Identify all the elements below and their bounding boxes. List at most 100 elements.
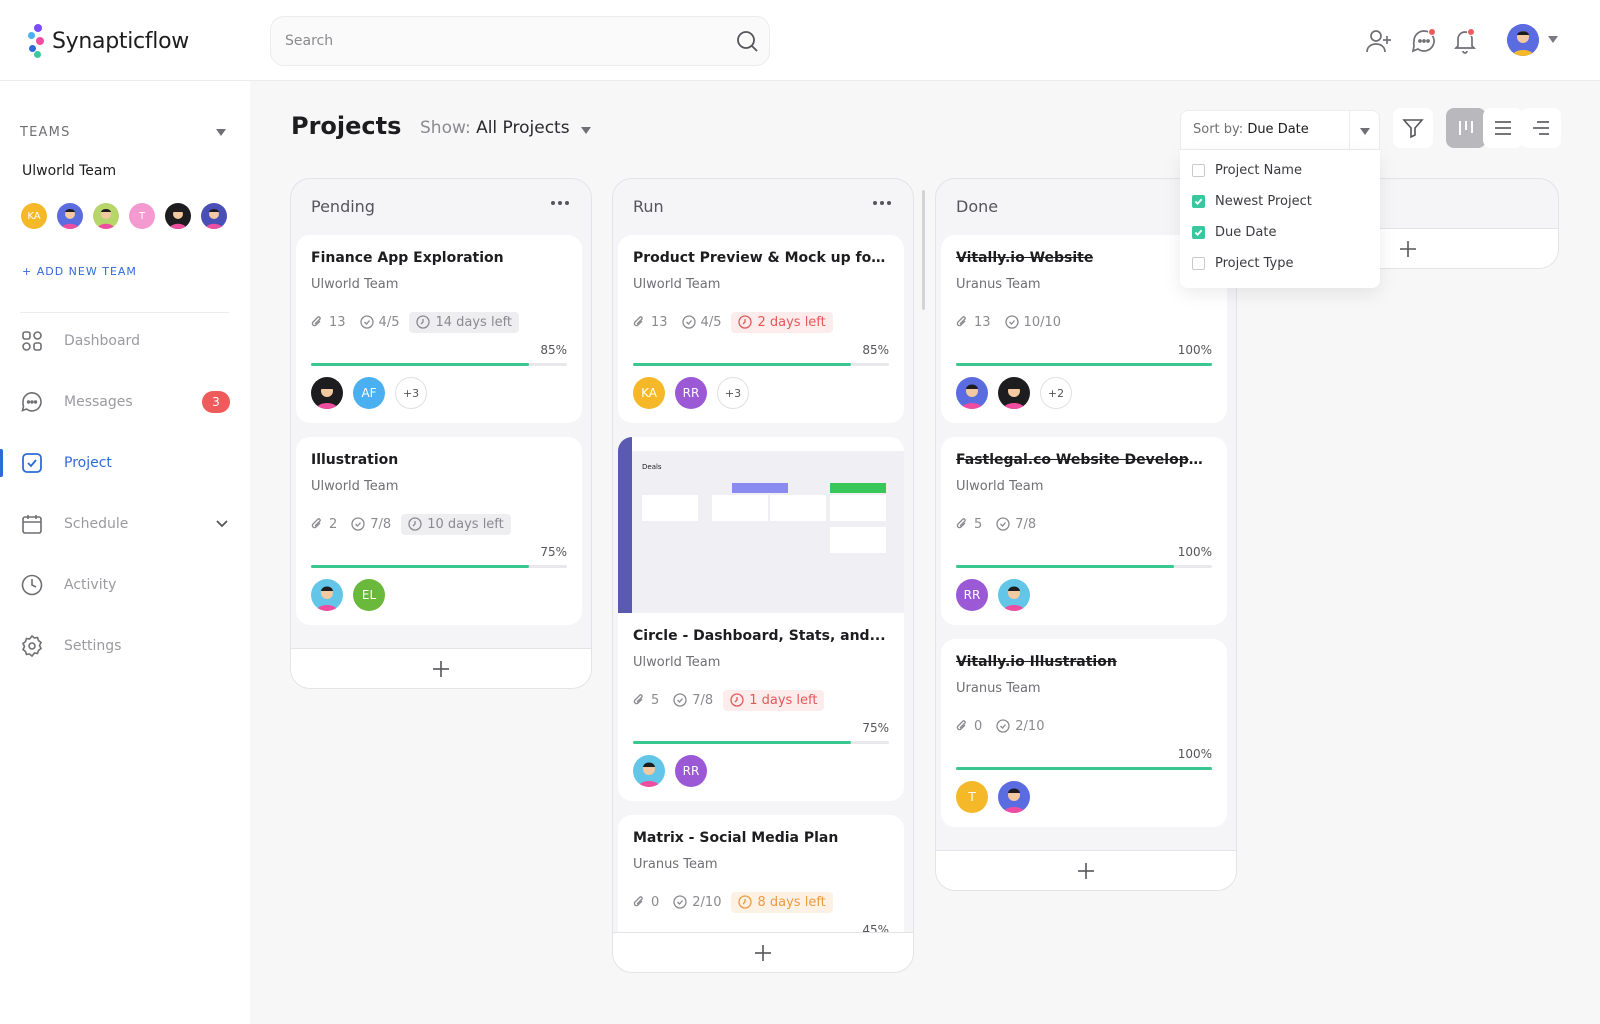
- project-card[interactable]: Product Preview & Mock up for... Ulworld …: [618, 235, 904, 423]
- timeline-view-button[interactable]: [1521, 108, 1561, 148]
- sort-chevron-icon[interactable]: [1360, 128, 1370, 135]
- add-new-team-link[interactable]: + ADD NEW TEAM: [22, 265, 137, 278]
- team-member-avatar[interactable]: [93, 203, 119, 229]
- filter-button[interactable]: [1393, 108, 1433, 148]
- attachments-value: 5: [651, 692, 660, 708]
- sort-option-project-name[interactable]: Project Name: [1192, 163, 1302, 178]
- user-avatar[interactable]: [1507, 24, 1539, 56]
- card-meta: 13 4/5 14 days left: [306, 309, 520, 335]
- user-menu-chevron-icon[interactable]: [1548, 36, 1558, 43]
- more-members-count: +2: [1047, 386, 1065, 400]
- member-avatar[interactable]: [311, 377, 343, 409]
- project-card[interactable]: Matrix - Social Media Plan Uranus Team 0 2/…: [618, 815, 904, 946]
- sidebar-item-activity[interactable]: Activity: [0, 565, 250, 605]
- sort-value: Due Date: [1247, 122, 1309, 137]
- column-scrollbar[interactable]: [922, 190, 925, 310]
- member-avatar[interactable]: [998, 781, 1030, 813]
- checkbox-checked[interactable]: [1192, 195, 1205, 208]
- progress-bar-fill: [956, 767, 1212, 770]
- more-members-badge[interactable]: +2: [1040, 377, 1072, 409]
- more-members-badge[interactable]: +3: [717, 377, 749, 409]
- tasks-count: 7/8: [347, 517, 395, 532]
- avatar-initials: RR: [682, 386, 700, 400]
- progress-bar: [311, 363, 567, 366]
- sort-option-newest-project[interactable]: Newest Project: [1192, 194, 1312, 209]
- card-team: Ulworld Team: [311, 277, 399, 292]
- progress-bar: [311, 565, 567, 568]
- check-circle-icon: [673, 693, 687, 707]
- team-member-avatar[interactable]: KA: [21, 203, 47, 229]
- show-chevron-icon[interactable]: [581, 127, 591, 134]
- member-avatar[interactable]: [311, 579, 343, 611]
- team-name[interactable]: Ulworld Team: [22, 163, 116, 179]
- card-avatars: AF +3: [311, 377, 427, 409]
- member-avatar[interactable]: RR: [675, 377, 707, 409]
- team-member-avatar[interactable]: [57, 203, 83, 229]
- member-avatar[interactable]: [633, 755, 665, 787]
- member-avatar[interactable]: RR: [675, 755, 707, 787]
- checkbox-checked[interactable]: [1192, 226, 1205, 239]
- more-dots-icon[interactable]: [873, 199, 891, 207]
- project-card[interactable]: Illustration Ulworld Team 2 7/8 10 days left…: [296, 437, 582, 625]
- chat-notification-icon[interactable]: [1410, 27, 1438, 55]
- paperclip-icon: [311, 316, 321, 327]
- attachments-count: 0: [951, 719, 986, 734]
- checkbox[interactable]: [1192, 257, 1205, 270]
- project-card[interactable]: Deals Circle - Dashboard, Stats, and... Ul…: [618, 437, 904, 801]
- board-view-button[interactable]: [1446, 108, 1486, 148]
- project-card[interactable]: Vitally.io Illustration Uranus Team 0 2/10 1…: [941, 639, 1227, 827]
- sidebar-item-project[interactable]: Project: [0, 443, 250, 483]
- add-user-icon[interactable]: [1365, 27, 1393, 55]
- page-title: Projects: [291, 112, 402, 140]
- clock-icon: [730, 693, 744, 707]
- team-member-avatar[interactable]: [165, 203, 191, 229]
- add-card-button[interactable]: [936, 850, 1236, 890]
- more-members-badge[interactable]: +3: [395, 377, 427, 409]
- card-title: Product Preview & Mock up for...: [633, 250, 889, 266]
- team-member-avatar[interactable]: T: [129, 203, 155, 229]
- show-filter-dropdown[interactable]: Show: All Projects: [420, 118, 570, 138]
- progress-bar-fill: [311, 565, 529, 568]
- card-thumbnail: Deals: [618, 437, 904, 613]
- tasks-count: 4/5: [678, 315, 726, 330]
- member-avatar[interactable]: EL: [353, 579, 385, 611]
- tasks-value: 2/10: [692, 894, 722, 910]
- chevron-down-icon[interactable]: [216, 520, 228, 528]
- member-avatar[interactable]: [998, 377, 1030, 409]
- check-circle-icon: [351, 517, 365, 531]
- avatar-initials: EL: [361, 588, 377, 602]
- member-avatar[interactable]: AF: [353, 377, 385, 409]
- search-icon[interactable]: [735, 29, 759, 53]
- attachments-count: 13: [306, 315, 350, 330]
- sort-option-due-date[interactable]: Due Date: [1192, 225, 1276, 240]
- column-run: Run Product Preview & Mock up for... Ulwo…: [612, 178, 914, 973]
- paperclip-icon: [633, 896, 643, 907]
- sort-dropdown[interactable]: Sort by: Due Date: [1180, 110, 1380, 151]
- tasks-count: 2/10: [669, 895, 725, 910]
- member-avatar[interactable]: RR: [956, 579, 988, 611]
- avatar-initials: T: [968, 790, 976, 804]
- sidebar-item-schedule[interactable]: Schedule: [0, 504, 250, 544]
- search-input[interactable]: [285, 17, 705, 65]
- member-avatar[interactable]: KA: [633, 377, 665, 409]
- sidebar-item-dashboard[interactable]: Dashboard: [0, 321, 250, 361]
- sidebar-item-messages[interactable]: Messages 3: [0, 382, 250, 422]
- teams-chevron-icon[interactable]: [216, 129, 226, 136]
- card-meta: 0 2/10 8 days left: [628, 889, 833, 915]
- project-card[interactable]: Finance App Exploration Ulworld Team 13 4/5…: [296, 235, 582, 423]
- team-member-avatar[interactable]: [201, 203, 227, 229]
- member-avatar[interactable]: T: [956, 781, 988, 813]
- more-dots-icon[interactable]: [551, 199, 569, 207]
- add-card-button[interactable]: [291, 648, 591, 688]
- sort-option-project-type[interactable]: Project Type: [1192, 256, 1293, 271]
- sidebar-item-settings[interactable]: Settings: [0, 626, 250, 666]
- project-card[interactable]: Fastlegal.co Website Development Ulworld …: [941, 437, 1227, 625]
- add-card-button[interactable]: [613, 932, 913, 972]
- check-circle-icon: [359, 315, 374, 329]
- list-view-button[interactable]: [1483, 108, 1523, 148]
- bell-icon[interactable]: [1451, 27, 1479, 55]
- member-avatar[interactable]: [956, 377, 988, 409]
- member-avatar[interactable]: [998, 579, 1030, 611]
- checkbox[interactable]: [1192, 164, 1205, 177]
- brand-logo[interactable]: Synapticflow: [26, 24, 189, 58]
